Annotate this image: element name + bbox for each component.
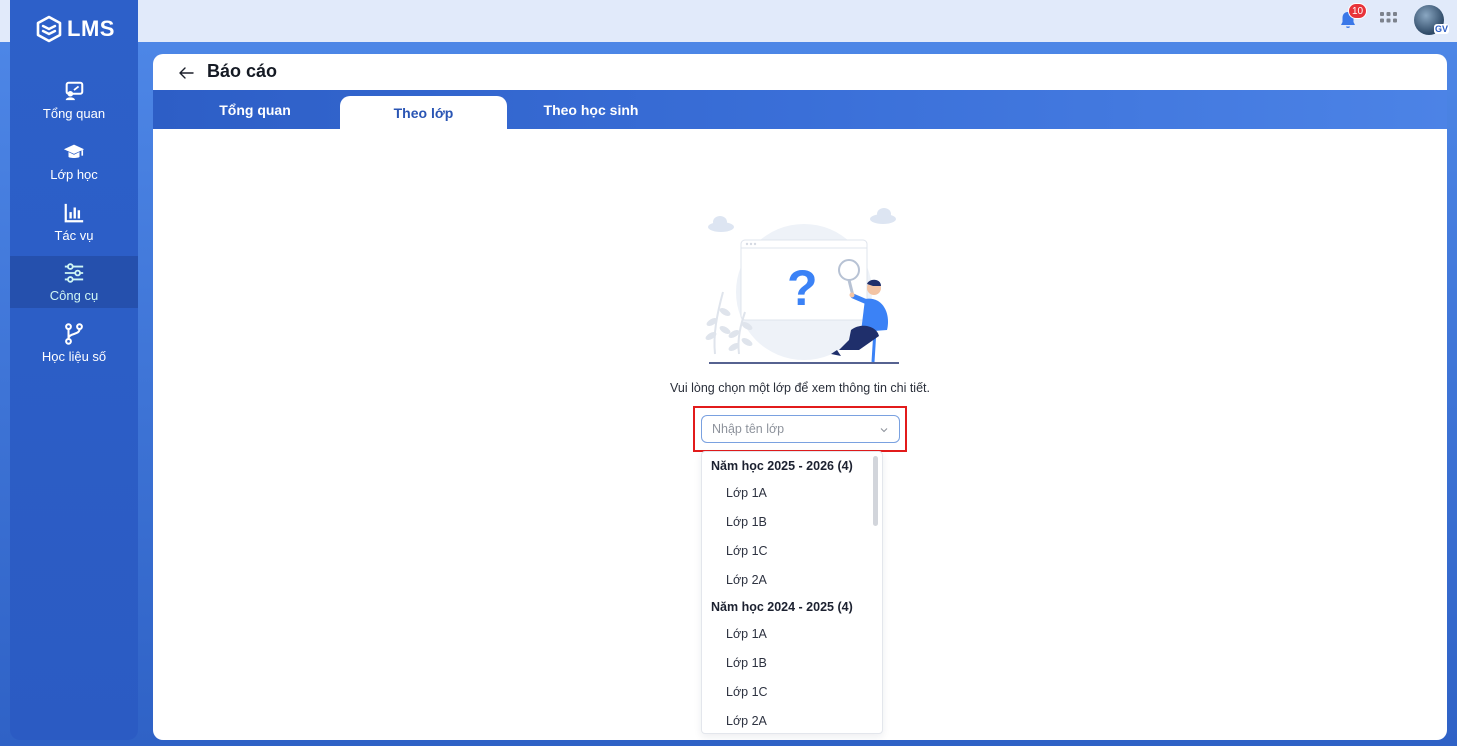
class-option[interactable]: Lớp 1B xyxy=(726,515,767,529)
dropdown-scrollbar[interactable] xyxy=(873,456,878,526)
year-group-label: Năm học 2024 - 2025 (4) xyxy=(711,600,853,614)
sidebar-item-tasks[interactable]: Tác vụ xyxy=(10,196,138,248)
sidebar-item-label: Công cụ xyxy=(49,287,99,303)
avatar-role-label: GV xyxy=(1434,24,1450,34)
tab-bar: Tổng quan Theo lớp Theo học sinh xyxy=(153,90,1447,129)
arrow-left-icon[interactable] xyxy=(177,64,195,82)
class-option[interactable]: Lớp 2A xyxy=(726,714,767,728)
sidebar-item-tools[interactable]: Công cụ xyxy=(10,256,138,308)
logo-text: LMS xyxy=(67,16,115,41)
sidebar-item-classes[interactable]: Lớp học xyxy=(10,135,138,187)
app-logo[interactable]: LMS xyxy=(35,14,115,44)
class-option[interactable]: Lớp 1A xyxy=(726,627,767,641)
top-bar xyxy=(0,0,1457,42)
empty-state-illustration: ? xyxy=(705,208,899,364)
svg-text:?: ? xyxy=(787,260,818,316)
class-option[interactable]: Lớp 2A xyxy=(726,573,767,587)
tab-by-student[interactable]: Theo học sinh xyxy=(521,90,661,129)
class-option[interactable]: Lớp 1B xyxy=(726,656,767,670)
chevron-down-icon xyxy=(880,428,888,433)
class-option[interactable]: Lớp 1C xyxy=(726,544,768,558)
tab-by-class[interactable]: Theo lớp xyxy=(340,96,507,129)
git-branch-icon xyxy=(65,322,83,345)
notification-badge: 10 xyxy=(1348,3,1368,19)
tab-overview[interactable]: Tổng quan xyxy=(187,90,323,129)
sidebar-item-digital-materials[interactable]: Học liệu số xyxy=(10,317,138,369)
report-card: Báo cáo Tổng quan Theo lớp Theo học sinh… xyxy=(153,54,1447,740)
sidebar-item-label: Học liệu số xyxy=(41,348,107,364)
class-select[interactable] xyxy=(701,415,900,443)
bar-chart-icon xyxy=(64,203,84,222)
sidebar-item-label: Lớp học xyxy=(50,166,98,182)
page-title: Báo cáo xyxy=(207,61,278,81)
class-dropdown: Năm học 2025 - 2026 (4) Lớp 1A Lớp 1B Lớ… xyxy=(701,451,883,734)
class-search-input[interactable] xyxy=(712,422,872,436)
class-option[interactable]: Lớp 1C xyxy=(726,685,768,699)
year-group-label: Năm học 2025 - 2026 (4) xyxy=(711,459,853,473)
sidebar-item-overview[interactable]: Tổng quan xyxy=(10,74,138,126)
class-option[interactable]: Lớp 1A xyxy=(726,486,767,500)
lms-logo-icon xyxy=(36,15,62,43)
graduation-cap-icon xyxy=(63,144,85,158)
select-class-prompt: Vui lòng chọn một lớp để xem thông tin c… xyxy=(670,381,930,395)
apps-grid-icon[interactable] xyxy=(1380,12,1397,29)
chalkboard-icon xyxy=(65,81,84,100)
sidebar-item-label: Tác vụ xyxy=(54,227,94,243)
card-header: Báo cáo xyxy=(153,54,1447,90)
sliders-icon xyxy=(64,262,84,283)
sidebar: LMS Tổng quan Lớp học Tác vụ Công cụ Học… xyxy=(10,0,138,740)
sidebar-item-label: Tổng quan xyxy=(42,105,106,121)
